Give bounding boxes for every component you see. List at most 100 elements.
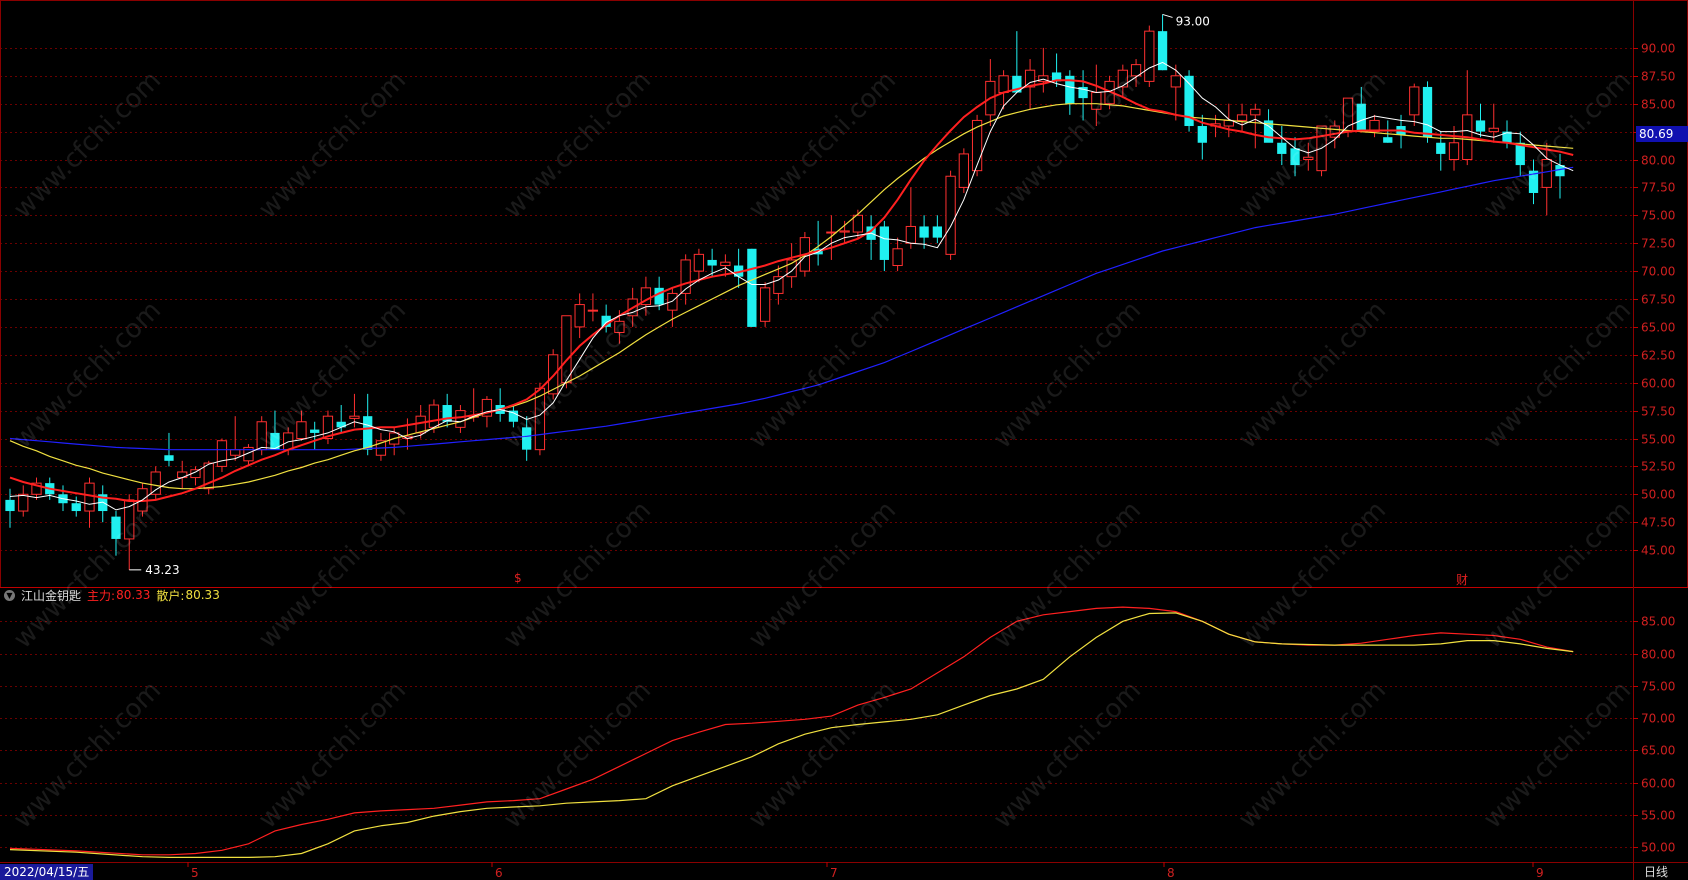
candlestick-series (5, 14, 1565, 570)
candle-up (548, 349, 559, 400)
candle-up (1117, 64, 1128, 99)
candle-down (879, 220, 889, 272)
candle-body (720, 261, 731, 267)
candle-body (1277, 142, 1287, 154)
candle-body (363, 416, 373, 450)
candle-body (1475, 120, 1486, 132)
price-tick-label: 70.00 (1641, 265, 1675, 279)
candle-body (654, 287, 664, 305)
candle-up (693, 248, 705, 283)
candle-up (1303, 142, 1314, 171)
candle-down (71, 496, 81, 517)
candle-up (190, 466, 201, 486)
chevron-down-icon[interactable]: ▼ (4, 589, 15, 601)
candle-up (1462, 70, 1473, 166)
price-tick-label: 50.00 (1641, 488, 1675, 502)
month-tick-label: 6 (495, 866, 503, 880)
candle-up (1091, 64, 1102, 127)
candle-body (1303, 156, 1314, 161)
candle-body (998, 75, 1009, 94)
candle-body (1117, 69, 1128, 88)
candle-body (1091, 92, 1102, 110)
low-price-label: 43.23 (145, 563, 179, 577)
month-tick-label: 9 (1536, 866, 1544, 880)
candle-up (892, 237, 903, 272)
dividend-event-marker[interactable]: $ (514, 571, 522, 585)
candle-body (1541, 159, 1552, 188)
candle-body (150, 471, 161, 495)
indicator-tick-label: 50.00 (1641, 841, 1675, 855)
candle-body (919, 226, 929, 238)
price-tick-label: 80.00 (1641, 154, 1675, 168)
candle-up (84, 477, 95, 528)
candle-up (375, 432, 387, 461)
candle-up (574, 293, 585, 339)
candle-body (230, 449, 241, 456)
price-tick-label: 90.00 (1641, 42, 1675, 56)
candle-up (18, 485, 29, 517)
candle-down (1065, 70, 1075, 115)
candle-up (839, 220, 850, 244)
candle-body (164, 455, 174, 461)
ma20-line (9, 103, 1574, 490)
candle-up (985, 59, 996, 127)
candle-body (614, 320, 625, 333)
main-force-value: 80.33 (116, 588, 151, 602)
candle-body (932, 226, 942, 238)
candle-down (1184, 70, 1194, 132)
candle-body (84, 482, 95, 512)
indicator-name: 江山金钥匙 (21, 588, 82, 603)
candle-body (839, 230, 850, 233)
candle-body (1130, 64, 1142, 77)
candle-body (1383, 137, 1393, 143)
price-tick-label: 75.00 (1641, 209, 1675, 223)
candle-up (1130, 59, 1142, 87)
indicator-tick-label: 55.00 (1641, 809, 1675, 823)
high-pointer (1162, 13, 1173, 18)
candle-down (270, 410, 280, 450)
candle-up (230, 416, 241, 461)
price-tick-label: 55.00 (1641, 433, 1675, 447)
candle-body (747, 248, 757, 327)
candle-up (177, 460, 188, 489)
candle-up (455, 405, 466, 433)
candle-body (5, 499, 15, 512)
candle-down (111, 511, 121, 556)
indicator-grid (0, 621, 1633, 848)
candle-body (852, 214, 864, 233)
indicator-tick-label: 65.00 (1641, 744, 1675, 758)
candle-body (1409, 86, 1420, 116)
candle-up (640, 276, 652, 316)
candle-up (31, 477, 42, 500)
candle-up (905, 187, 916, 249)
period-label[interactable]: 日线 (1644, 864, 1668, 880)
candle-down (1157, 14, 1168, 71)
candle-body (349, 415, 360, 419)
indicator-tick-label: 60.00 (1641, 777, 1675, 791)
indicator-tick-label: 70.00 (1641, 712, 1675, 726)
candle-down (1383, 120, 1393, 143)
candle-down (1528, 159, 1539, 205)
candle-body (296, 421, 307, 440)
candle-body (561, 315, 572, 384)
price-tick-label: 60.00 (1641, 377, 1675, 391)
candle-up (150, 466, 161, 500)
candle-body (905, 225, 916, 244)
candle-body (455, 410, 466, 428)
price-tick-label: 47.50 (1641, 516, 1675, 530)
candle-body (1422, 86, 1433, 138)
candle-up (680, 254, 691, 305)
candle-down (707, 248, 717, 277)
candle-body (1488, 127, 1499, 133)
price-tick-label: 77.50 (1641, 181, 1675, 195)
candle-down (866, 215, 876, 260)
candle-body (1356, 103, 1366, 132)
financial-report-event-marker[interactable]: 财 (1456, 571, 1468, 588)
stock-chart-canvas[interactable]: 93.00 43.23 90.0087.5085.0082.5080.0077.5… (0, 0, 1688, 880)
candle-down (1012, 31, 1022, 93)
month-tick-label: 5 (191, 866, 199, 880)
price-tick-label: 65.00 (1641, 321, 1675, 335)
current-price-tag: 80.69 (1636, 126, 1688, 142)
price-tick-label: 45.00 (1641, 544, 1675, 558)
candle-body (1236, 114, 1248, 121)
